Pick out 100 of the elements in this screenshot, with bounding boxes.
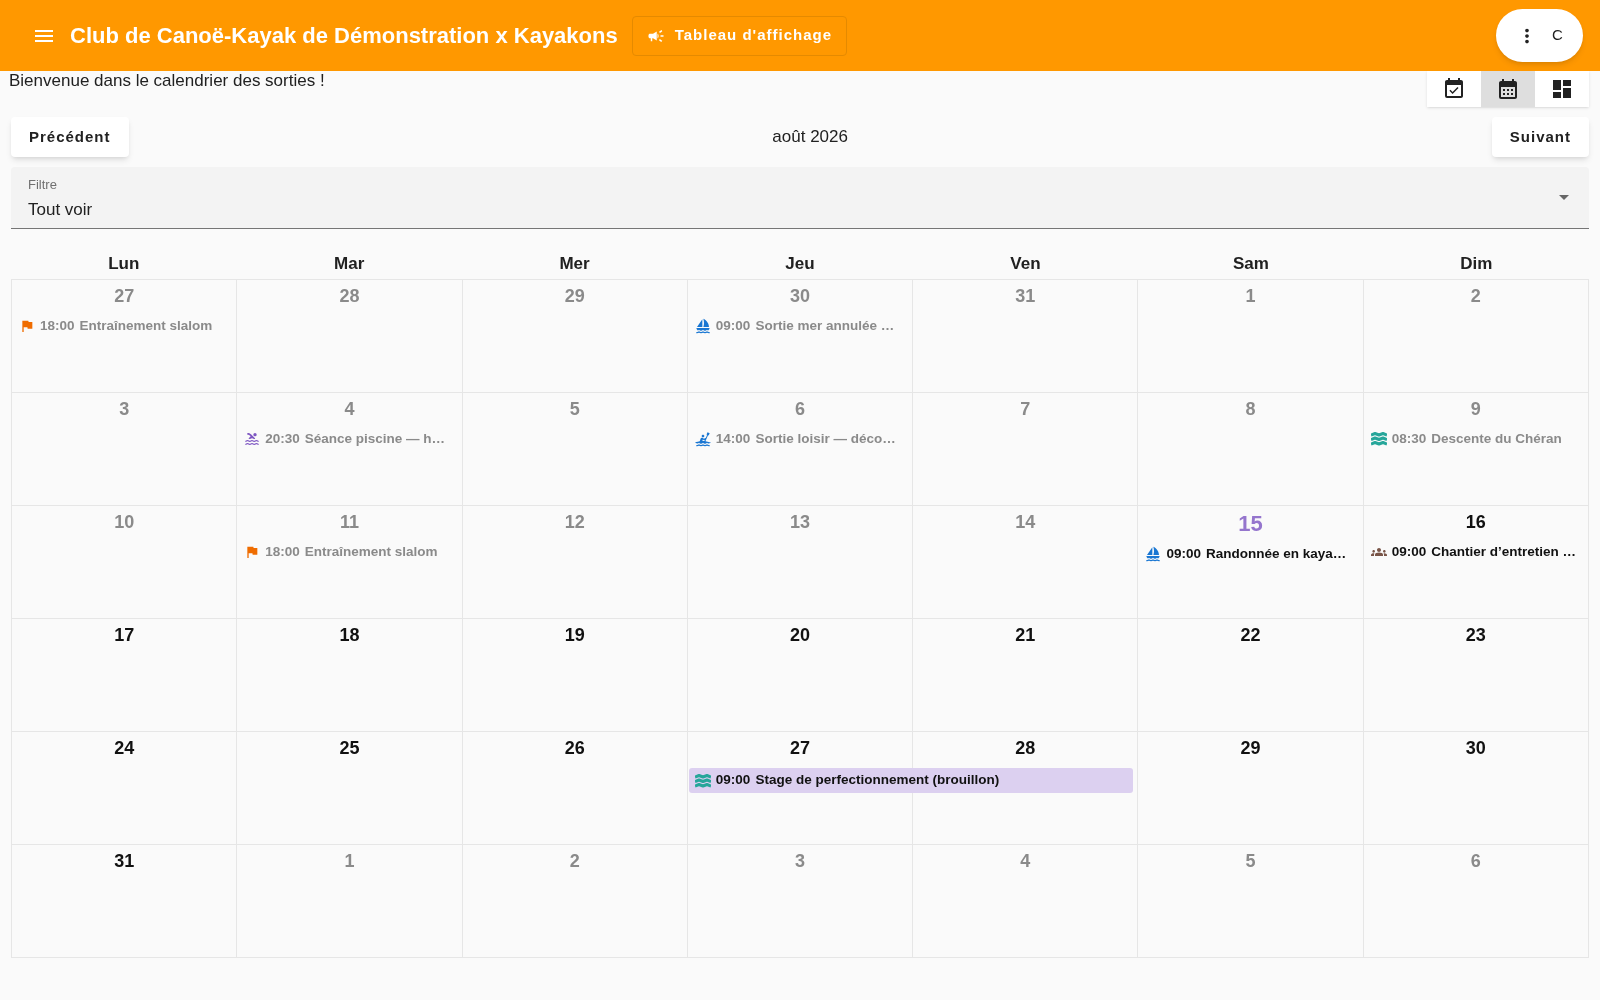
weekday-header: Dim: [1460, 253, 1493, 275]
filter-label: Filtre: [28, 176, 57, 194]
calendar-month-icon: [1496, 77, 1520, 101]
event-title: Chantier d’entretien …: [1431, 543, 1576, 561]
day-number: 31: [1015, 286, 1036, 306]
day-cell[interactable]: 3: [687, 845, 914, 958]
day-number: 5: [1245, 851, 1256, 871]
day-cell[interactable]: 3: [12, 393, 238, 506]
day-cell[interactable]: 30: [1363, 732, 1589, 845]
day-cell[interactable]: 11 18:00 Entraînement slalom: [237, 506, 463, 619]
day-cell[interactable]: 12: [462, 506, 688, 619]
day-number: 19: [564, 625, 585, 645]
weekday-header: Sam: [1232, 253, 1269, 275]
day-cell[interactable]: 5: [462, 393, 688, 506]
day-number: 1: [344, 851, 355, 871]
day-number: 31: [114, 851, 135, 871]
event-time: 14:00: [715, 430, 751, 448]
day-number: 5: [569, 399, 580, 419]
day-cell[interactable]: 23: [1363, 619, 1589, 732]
day-number: 28: [1015, 738, 1036, 758]
day-number: 16: [1465, 512, 1486, 532]
weekday-header: Mer: [559, 253, 590, 275]
day-cell[interactable]: 4 20:30 Séance piscine — h…: [237, 393, 463, 506]
next-button[interactable]: Suivant: [1491, 117, 1589, 157]
day-cell[interactable]: 31: [12, 845, 238, 958]
day-number: 30: [1465, 738, 1486, 758]
bulletin-board-button[interactable]: Tableau d'affichage: [631, 15, 848, 56]
day-cell[interactable]: 30 09:00 Sortie mer annulée …: [687, 280, 914, 393]
day-cell[interactable]: 14: [913, 506, 1139, 619]
day-cell[interactable]: 1: [237, 845, 463, 958]
event-title: Entraînement slalom: [304, 543, 438, 561]
day-cell[interactable]: 18: [237, 619, 463, 732]
day-number: 21: [1015, 625, 1036, 645]
day-cell[interactable]: 25: [237, 732, 463, 845]
day-cell[interactable]: 20: [687, 619, 914, 732]
day-number: 18: [339, 625, 360, 645]
filter-select[interactable]: Filtre Tout voir: [11, 167, 1589, 229]
day-number: 2: [569, 851, 580, 871]
day-number: 6: [1470, 851, 1481, 871]
account-pill[interactable]: C: [1496, 9, 1583, 62]
view-toggle-button[interactable]: [1427, 71, 1481, 107]
day-number: 13: [789, 512, 810, 532]
day-cell[interactable]: 28: [237, 280, 463, 393]
previous-button[interactable]: Précédent: [11, 117, 129, 157]
day-number: 14: [1015, 512, 1036, 532]
view-toggle-button[interactable]: [1481, 71, 1535, 107]
day-cell[interactable]: 27 18:00 Entraînement slalom: [12, 280, 238, 393]
day-cell[interactable]: 13: [687, 506, 914, 619]
day-number: 11: [339, 512, 359, 532]
month-title: août 2026: [772, 126, 848, 149]
day-cell[interactable]: 2: [462, 845, 688, 958]
event-bar[interactable]: 09:00 Stage de perfectionnement (brouillon): [688, 768, 1134, 793]
event-time: 08:30: [1391, 430, 1427, 448]
day-number: 24: [114, 738, 135, 758]
day-cell[interactable]: 7: [913, 393, 1139, 506]
day-cell[interactable]: 1: [1138, 280, 1364, 393]
event-title: Descente du Chéran: [1431, 430, 1562, 448]
event-title: Sortie loisir — déco…: [755, 430, 896, 448]
day-cell[interactable]: 24: [12, 732, 238, 845]
app-title: Club de Canoë-Kayak de Démonstration x Kayakons: [70, 22, 618, 50]
day-cell[interactable]: 2: [1363, 280, 1589, 393]
day-number: 6: [795, 399, 805, 419]
day-number: 29: [564, 286, 585, 306]
day-number: 3: [119, 399, 130, 419]
filter-value: Tout voir: [28, 198, 93, 221]
day-number: 17: [114, 625, 135, 645]
day-number: 1: [1245, 286, 1256, 306]
dashboard-icon: [1550, 77, 1574, 101]
day-cell[interactable]: 10: [12, 506, 238, 619]
day-number: 23: [1465, 625, 1486, 645]
day-cell[interactable]: 16 09:00 Chantier d’entretien …: [1363, 506, 1589, 619]
weekday-header: Lun: [108, 253, 140, 275]
event-time: 18:00: [40, 317, 75, 335]
day-cell[interactable]: 4: [913, 845, 1139, 958]
event-title: Séance piscine — h…: [304, 430, 446, 448]
day-cell[interactable]: 17: [12, 619, 238, 732]
day-cell[interactable]: 5: [1138, 845, 1364, 958]
day-number: 26: [564, 738, 585, 758]
day-number: 22: [1240, 625, 1261, 645]
day-number: 27: [789, 738, 810, 758]
event-time: 09:00: [715, 771, 751, 790]
event-time: 09:00: [715, 317, 751, 335]
day-cell[interactable]: 26: [462, 732, 688, 845]
day-number: 27: [114, 286, 135, 306]
view-toggle-button[interactable]: [1535, 71, 1589, 107]
day-cell[interactable]: 21: [913, 619, 1139, 732]
day-cell[interactable]: 29: [462, 280, 688, 393]
day-number: 10: [114, 512, 135, 532]
day-cell[interactable]: 6: [1363, 845, 1589, 958]
event-time: 18:00: [265, 543, 300, 561]
weekday-header: Mar: [334, 253, 365, 275]
day-cell[interactable]: 8: [1138, 393, 1364, 506]
day-cell[interactable]: 19: [462, 619, 688, 732]
day-cell[interactable]: 6 14:00 Sortie loisir — déco…: [687, 393, 914, 506]
day-cell[interactable]: 15 09:00 Randonnée en kaya…: [1138, 506, 1364, 619]
day-cell[interactable]: 22: [1138, 619, 1364, 732]
welcome-text: Bienvenue dans le calendrier des sorties !: [9, 70, 325, 92]
day-cell[interactable]: 9 08:30 Descente du Chéran: [1363, 393, 1589, 506]
day-cell[interactable]: 31: [913, 280, 1139, 393]
day-cell[interactable]: 29: [1138, 732, 1364, 845]
